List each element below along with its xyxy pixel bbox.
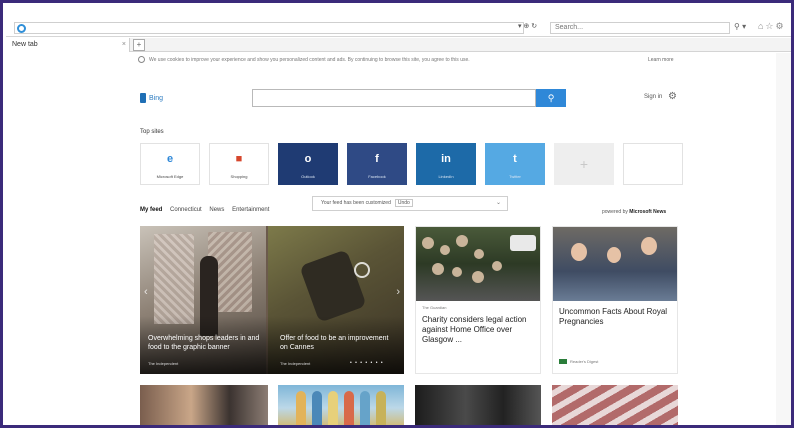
top-site-label: Outlook (301, 174, 315, 179)
address-input[interactable] (14, 22, 524, 34)
top-site-tile[interactable]: o Outlook (278, 143, 338, 185)
cookie-notice: We use cookies to improve your experienc… (138, 56, 470, 63)
top-site-tile[interactable]: + (554, 143, 614, 185)
royal-image (553, 227, 677, 301)
info-icon (138, 56, 145, 63)
hero-carousel[interactable]: ‹ › Overwhelming shops leaders in and fo… (140, 226, 404, 374)
hero-left-source: The Independent (148, 361, 179, 366)
source-logo-icon (559, 359, 567, 365)
crowd-image (416, 227, 540, 301)
poster-image (154, 234, 194, 324)
tab-strip: New tab × + (6, 38, 791, 52)
play-circle-icon (354, 262, 370, 278)
news-title[interactable]: Charity considers legal action against H… (422, 315, 536, 345)
tab-title: New tab (12, 41, 38, 48)
browser-search-input[interactable]: Search... (550, 22, 730, 34)
close-icon[interactable]: × (122, 38, 126, 52)
chevron-left-icon[interactable]: ‹ (144, 286, 148, 298)
top-site-label: Twitter (509, 174, 521, 179)
top-site-tile[interactable]: ■ Shopping (209, 143, 269, 185)
top-site-label: Shopping (230, 174, 248, 179)
powered-by-label: powered by (602, 209, 628, 215)
toolbar-icons[interactable]: ⌂☆⚙ (758, 21, 786, 32)
van-image (510, 235, 536, 251)
new-tab-button[interactable]: + (133, 39, 145, 51)
site-logo-icon: t (513, 153, 517, 165)
search-button[interactable]: ⚲ (536, 89, 566, 107)
news-card-people[interactable] (140, 385, 268, 425)
powered-by-brand[interactable]: Microsoft News (629, 209, 666, 215)
news-card-surfboards[interactable] (278, 385, 404, 425)
tab-connecticut[interactable]: Connecticut (170, 207, 202, 213)
top-site-label: LinkedIn (438, 174, 454, 179)
bing-logo[interactable]: Bing (140, 93, 163, 103)
news-source: The Guardian (422, 305, 447, 310)
hero-left-title[interactable]: Overwhelming shops leaders in and food t… (148, 334, 264, 352)
tab-new-tab[interactable]: New tab × (6, 38, 130, 52)
royal-title[interactable]: Uncommon Facts About Royal Pregnancies (559, 307, 673, 327)
bag-image (299, 249, 367, 323)
top-site-tile[interactable]: e Microsoft Edge (140, 143, 200, 185)
top-site-tile[interactable]: t Twitter (485, 143, 545, 185)
top-site-label: Microsoft Edge (156, 174, 184, 179)
powered-by: powered by Microsoft News (602, 209, 666, 215)
news-card-abstract[interactable] (552, 385, 678, 425)
tab-news[interactable]: News (209, 207, 224, 213)
sign-in-link[interactable]: Sign in (644, 94, 662, 100)
bing-logo-text: Bing (149, 94, 164, 102)
web-search-input[interactable] (252, 89, 536, 107)
top-site-label: Facebook (368, 174, 386, 179)
chevron-down-icon[interactable]: ⌄ (496, 197, 501, 210)
address-tools[interactable]: ▾ ⊕ ↻ (518, 22, 537, 30)
royal-source: Reader's Digest (559, 359, 599, 365)
hero-right-title[interactable]: Offer of food to be an improvement on Ca… (280, 334, 396, 352)
news-card-group[interactable] (415, 385, 541, 425)
search-icon[interactable]: ⚲ ▾ (734, 22, 746, 31)
site-logo-icon: ■ (235, 153, 243, 165)
search-icon: ⚲ (547, 93, 555, 103)
feed-nav: My feed Connecticut News Entertainment (140, 207, 275, 213)
royal-source-text: Reader's Digest (570, 359, 599, 364)
news-card-charity[interactable]: The Guardian Charity considers legal act… (415, 226, 541, 374)
top-site-tile[interactable]: f Facebook (347, 143, 407, 185)
plus-icon: + (579, 156, 589, 172)
site-logo-icon: e (166, 153, 174, 165)
top-site-tile[interactable]: in LinkedIn (416, 143, 476, 185)
edge-favicon-icon (17, 24, 26, 33)
top-sites-label: Top sites (140, 129, 164, 135)
carousel-dots[interactable]: • • • • • • • (350, 360, 384, 366)
bing-icon (140, 93, 146, 103)
cookie-notice-text: We use cookies to improve your experienc… (149, 56, 470, 63)
hero-right-source: The Independent (280, 361, 311, 366)
scrollbar[interactable] (776, 53, 791, 425)
site-logo-icon: in (441, 153, 451, 165)
chevron-right-icon[interactable]: › (396, 286, 400, 298)
undo-button[interactable]: Undo (394, 199, 413, 207)
toast-text: Your feed has been customized (321, 200, 391, 206)
feed-customized-toast: Your feed has been customized Undo ⌄ (312, 196, 508, 211)
site-logo-icon: f (375, 153, 379, 165)
top-site-tile[interactable] (623, 143, 683, 185)
gear-icon[interactable]: ⚙ (668, 91, 677, 102)
address-bar: ▾ ⊕ ↻ Search... ⚲ ▾ ⌂☆⚙ (6, 19, 791, 37)
site-logo-icon: o (304, 153, 312, 165)
learn-more-link[interactable]: Learn more (648, 57, 674, 63)
news-card-royal[interactable]: Uncommon Facts About Royal Pregnancies R… (552, 226, 678, 374)
new-tab-page: We use cookies to improve your experienc… (6, 53, 791, 425)
browser-window: ▾ ⊕ ↻ Search... ⚲ ▾ ⌂☆⚙ New tab × + We u… (0, 0, 794, 428)
tab-entertainment[interactable]: Entertainment (232, 207, 269, 213)
tab-my-feed[interactable]: My feed (140, 207, 162, 213)
